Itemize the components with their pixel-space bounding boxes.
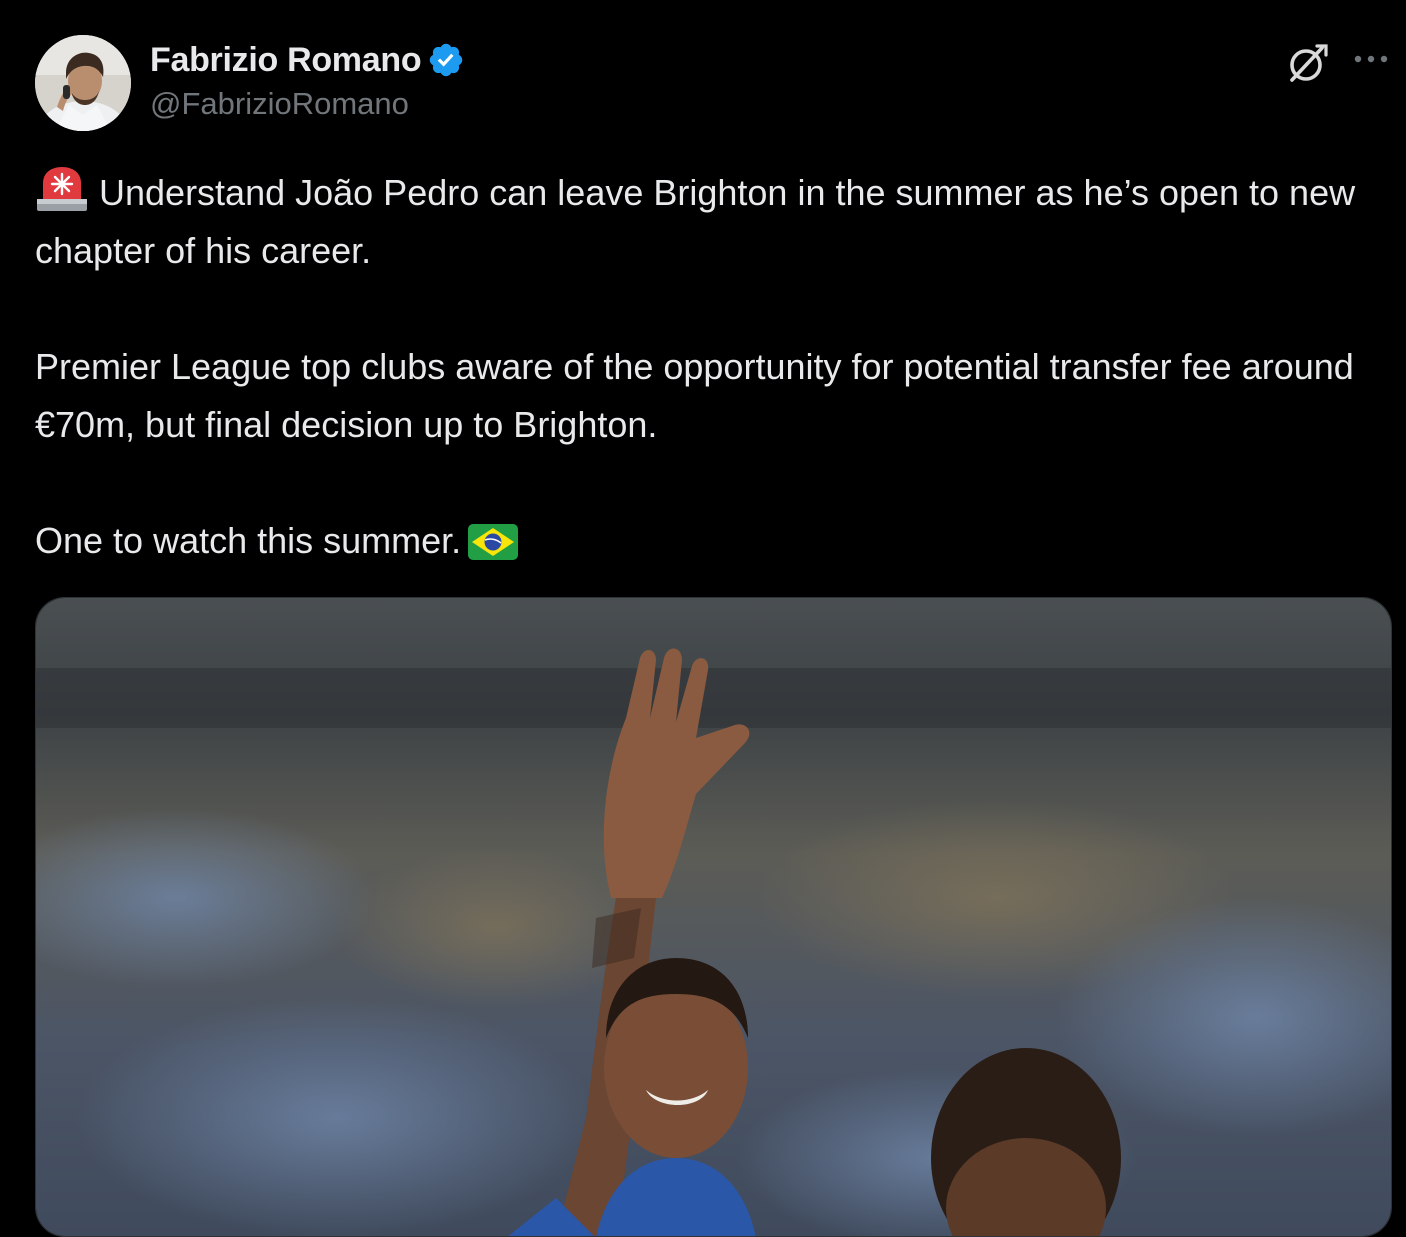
avatar[interactable] bbox=[35, 35, 131, 131]
tweet-text: Understand João Pedro can leave Brighton… bbox=[35, 164, 1385, 570]
tweet-media-photo[interactable] bbox=[35, 597, 1392, 1237]
tweet-line-1-text: Understand João Pedro can leave Brighton… bbox=[35, 172, 1356, 271]
photo-player-waving bbox=[36, 598, 1391, 1236]
verified-badge-icon[interactable] bbox=[427, 41, 465, 79]
tweet: Fabrizio Romano @FabrizioRomano Understa… bbox=[0, 0, 1406, 1237]
tweet-paragraph-2: Premier League top clubs aware of the op… bbox=[35, 346, 1354, 445]
author-name-row[interactable]: Fabrizio Romano bbox=[150, 38, 465, 82]
police-light-emoji bbox=[37, 167, 87, 211]
author-display-name[interactable]: Fabrizio Romano bbox=[150, 41, 422, 80]
brazil-flag-emoji bbox=[468, 524, 519, 560]
more-options-icon[interactable] bbox=[1352, 44, 1390, 74]
author-handle[interactable]: @FabrizioRomano bbox=[150, 86, 409, 122]
grok-icon[interactable] bbox=[1284, 40, 1330, 86]
tweet-line-3-text: One to watch this summer. bbox=[35, 520, 462, 561]
tweet-paragraph-3: One to watch this summer. bbox=[35, 512, 1385, 570]
avatar-image bbox=[35, 35, 131, 131]
tweet-paragraph-1: Understand João Pedro can leave Brighton… bbox=[35, 164, 1385, 280]
